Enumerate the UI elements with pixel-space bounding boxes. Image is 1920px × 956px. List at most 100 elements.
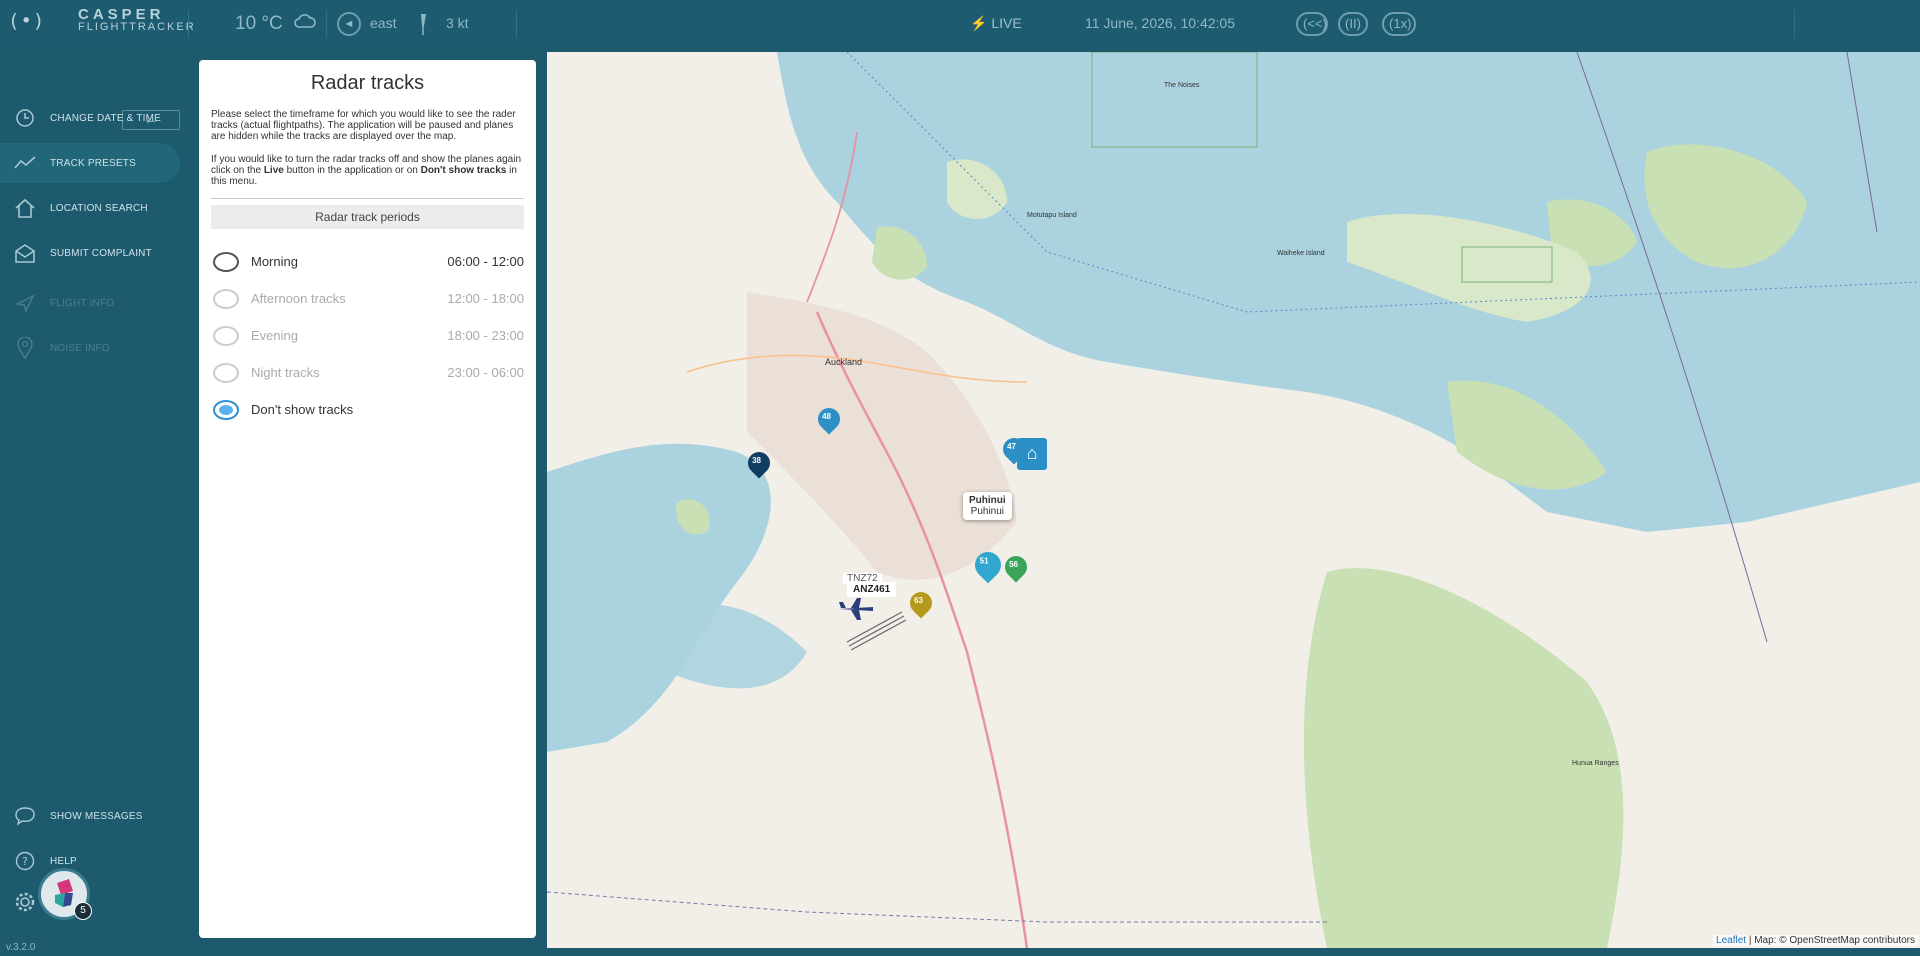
- hint-dont-show-keyword: Don't show tracks: [420, 164, 507, 176]
- option-time: 23:00 - 06:00: [447, 365, 524, 381]
- track-option-night[interactable]: Night tracks 23:00 - 06:00: [211, 354, 524, 391]
- divider: [326, 10, 327, 38]
- map-place-label: Waiheke Island: [1277, 250, 1325, 257]
- divider: [1794, 10, 1795, 38]
- section-header: Radar track periods: [211, 205, 524, 230]
- hint-text-part: button in the application or on: [283, 164, 421, 176]
- sidebar-item-flight-info: FLIGHT INFO: [0, 283, 180, 323]
- sidebar-item-label: CHANGE DATE & TIME: [50, 112, 162, 124]
- location-pin-icon: [0, 337, 50, 359]
- logo-mark: (•): [8, 10, 46, 32]
- sidebar-item-label: HELP: [50, 855, 77, 867]
- speed-label: 1x: [1393, 16, 1408, 31]
- sidebar-item-label: TRACK PRESETS: [50, 157, 136, 169]
- trend-line-icon: [0, 155, 50, 171]
- sidebar-item-noise-info: NOISE INFO: [0, 328, 180, 368]
- marker-value: 63: [914, 596, 923, 606]
- map-place-label: Motutapu Island: [1027, 212, 1077, 219]
- flight-label[interactable]: ANZ461: [847, 582, 897, 597]
- panel-hint-text: If you would like to turn the radar trac…: [211, 154, 524, 188]
- home-icon: [0, 198, 50, 218]
- rewind-label: <<: [1307, 16, 1323, 31]
- sidebar-item-help[interactable]: ? HELP: [0, 841, 180, 881]
- divider: [516, 10, 517, 38]
- option-name: Don't show tracks: [251, 402, 354, 418]
- rewind-button[interactable]: (<<): [1296, 12, 1328, 36]
- marker-value: 47: [1007, 442, 1016, 452]
- option-time: 18:00 - 23:00: [447, 328, 524, 344]
- panel-title: Radar tracks: [310, 72, 425, 94]
- logo-line-2: FLIGHTTRACKER: [78, 21, 196, 33]
- sidebar-item-location-search[interactable]: LOCATION SEARCH: [0, 188, 180, 228]
- panel-intro-text: Please select the timeframe for which yo…: [211, 109, 516, 143]
- radio-button[interactable]: [213, 288, 239, 309]
- logo-words: CASPER FLIGHTTRACKER: [78, 6, 196, 34]
- radio-button-selected[interactable]: [213, 399, 239, 420]
- app-logo: (•) CASPER FLIGHTTRACKER: [8, 6, 196, 34]
- radio-button[interactable]: [213, 362, 239, 383]
- sidebar-item-label: SHOW MESSAGES: [50, 810, 143, 822]
- map-view[interactable]: Auckland Waiheke Island Motutapu Island …: [547, 52, 1920, 948]
- svg-text:?: ?: [22, 855, 28, 868]
- option-name: Night tracks: [251, 365, 320, 381]
- sidebar-item-submit-complaint[interactable]: SUBMIT COMPLAINT: [0, 233, 180, 273]
- option-name: Afternoon tracks: [251, 291, 346, 307]
- sidebar-item-show-messages[interactable]: SHOW MESSAGES: [0, 796, 180, 836]
- map-place-label: Auckland: [825, 357, 863, 367]
- clock-icon: [0, 108, 50, 128]
- track-option-dont-show[interactable]: Don't show tracks: [211, 391, 524, 428]
- map-attribution: Leaflet | Map: © OpenStreetMap contribut…: [1713, 935, 1918, 946]
- sidebar-item-track-presets[interactable]: TRACK PRESETS: [0, 143, 180, 183]
- radio-button[interactable]: [213, 325, 239, 346]
- app-version: v.3.2.0: [6, 942, 36, 953]
- hint-live-keyword: Live: [263, 164, 284, 176]
- live-label: LIVE: [991, 15, 1022, 31]
- track-option-afternoon[interactable]: Afternoon tracks 12:00 - 18:00: [211, 280, 524, 317]
- map-place-label: The Noises: [1164, 82, 1200, 89]
- attribution-text: | Map: © OpenStreetMap contributors: [1746, 935, 1915, 946]
- divider: [188, 10, 189, 38]
- popup-subtitle: Puhinui: [970, 506, 1005, 517]
- envelope-icon: [0, 243, 50, 263]
- sidebar-item-label: LOCATION SEARCH: [50, 202, 148, 214]
- sidebar-item-change-date-time[interactable]: CHANGE DATE & TIME: [0, 98, 180, 138]
- sidebar-item-label: NOISE INFO: [50, 342, 110, 354]
- marker-value: 51: [979, 556, 989, 566]
- sidebar-item-label: SUBMIT COMPLAINT: [50, 247, 152, 259]
- windsock-icon: [418, 12, 428, 39]
- lightning-icon: ⚡: [970, 15, 988, 31]
- option-time: 06:00 - 12:00: [447, 254, 524, 270]
- question-icon: ?: [0, 851, 50, 871]
- playback-speed-button[interactable]: (1x): [1382, 12, 1416, 36]
- pause-label: II: [1349, 16, 1357, 31]
- wind-direction-icon: ◄: [337, 12, 361, 36]
- radar-tracks-panel: Radar tracks Please select the timeframe…: [199, 60, 536, 938]
- option-name: Morning: [251, 254, 298, 270]
- current-datetime: 11 June, 2026, 10:42:05: [1085, 15, 1235, 31]
- wind-direction: east: [370, 15, 397, 31]
- radio-button[interactable]: [213, 251, 239, 272]
- pause-button[interactable]: (II): [1338, 12, 1368, 36]
- option-name: Evening: [251, 328, 298, 344]
- map-place-label: Hunua Ranges: [1572, 760, 1619, 767]
- map-tiles: [547, 52, 1920, 948]
- notification-count-badge: 5: [74, 902, 92, 920]
- location-popup: Puhinui Puhinui: [963, 492, 1012, 520]
- home-icon: ⌂: [1026, 443, 1038, 463]
- track-option-evening[interactable]: Evening 18:00 - 23:00: [211, 317, 524, 354]
- leaflet-link[interactable]: Leaflet: [1716, 935, 1746, 946]
- plane-icon: [0, 293, 50, 313]
- logo-line-1: CASPER: [78, 6, 165, 23]
- live-button[interactable]: ⚡ LIVE: [970, 15, 1022, 32]
- sidebar-item-label: FLIGHT INFO: [50, 297, 115, 309]
- speech-bubble-icon: [0, 806, 50, 826]
- top-bar: (•) CASPER FLIGHTTRACKER 10 °C ◄ east 3 …: [0, 0, 1920, 48]
- cloud-icon: [294, 13, 316, 32]
- option-time: 12:00 - 18:00: [447, 291, 524, 307]
- track-option-morning[interactable]: Morning 06:00 - 12:00: [211, 243, 524, 280]
- gear-icon[interactable]: [14, 891, 36, 918]
- temperature: 10 °C: [235, 13, 283, 34]
- marker-value: 56: [1009, 560, 1018, 570]
- marker-value: 48: [822, 412, 831, 422]
- popup-title: Puhinui: [969, 495, 1006, 506]
